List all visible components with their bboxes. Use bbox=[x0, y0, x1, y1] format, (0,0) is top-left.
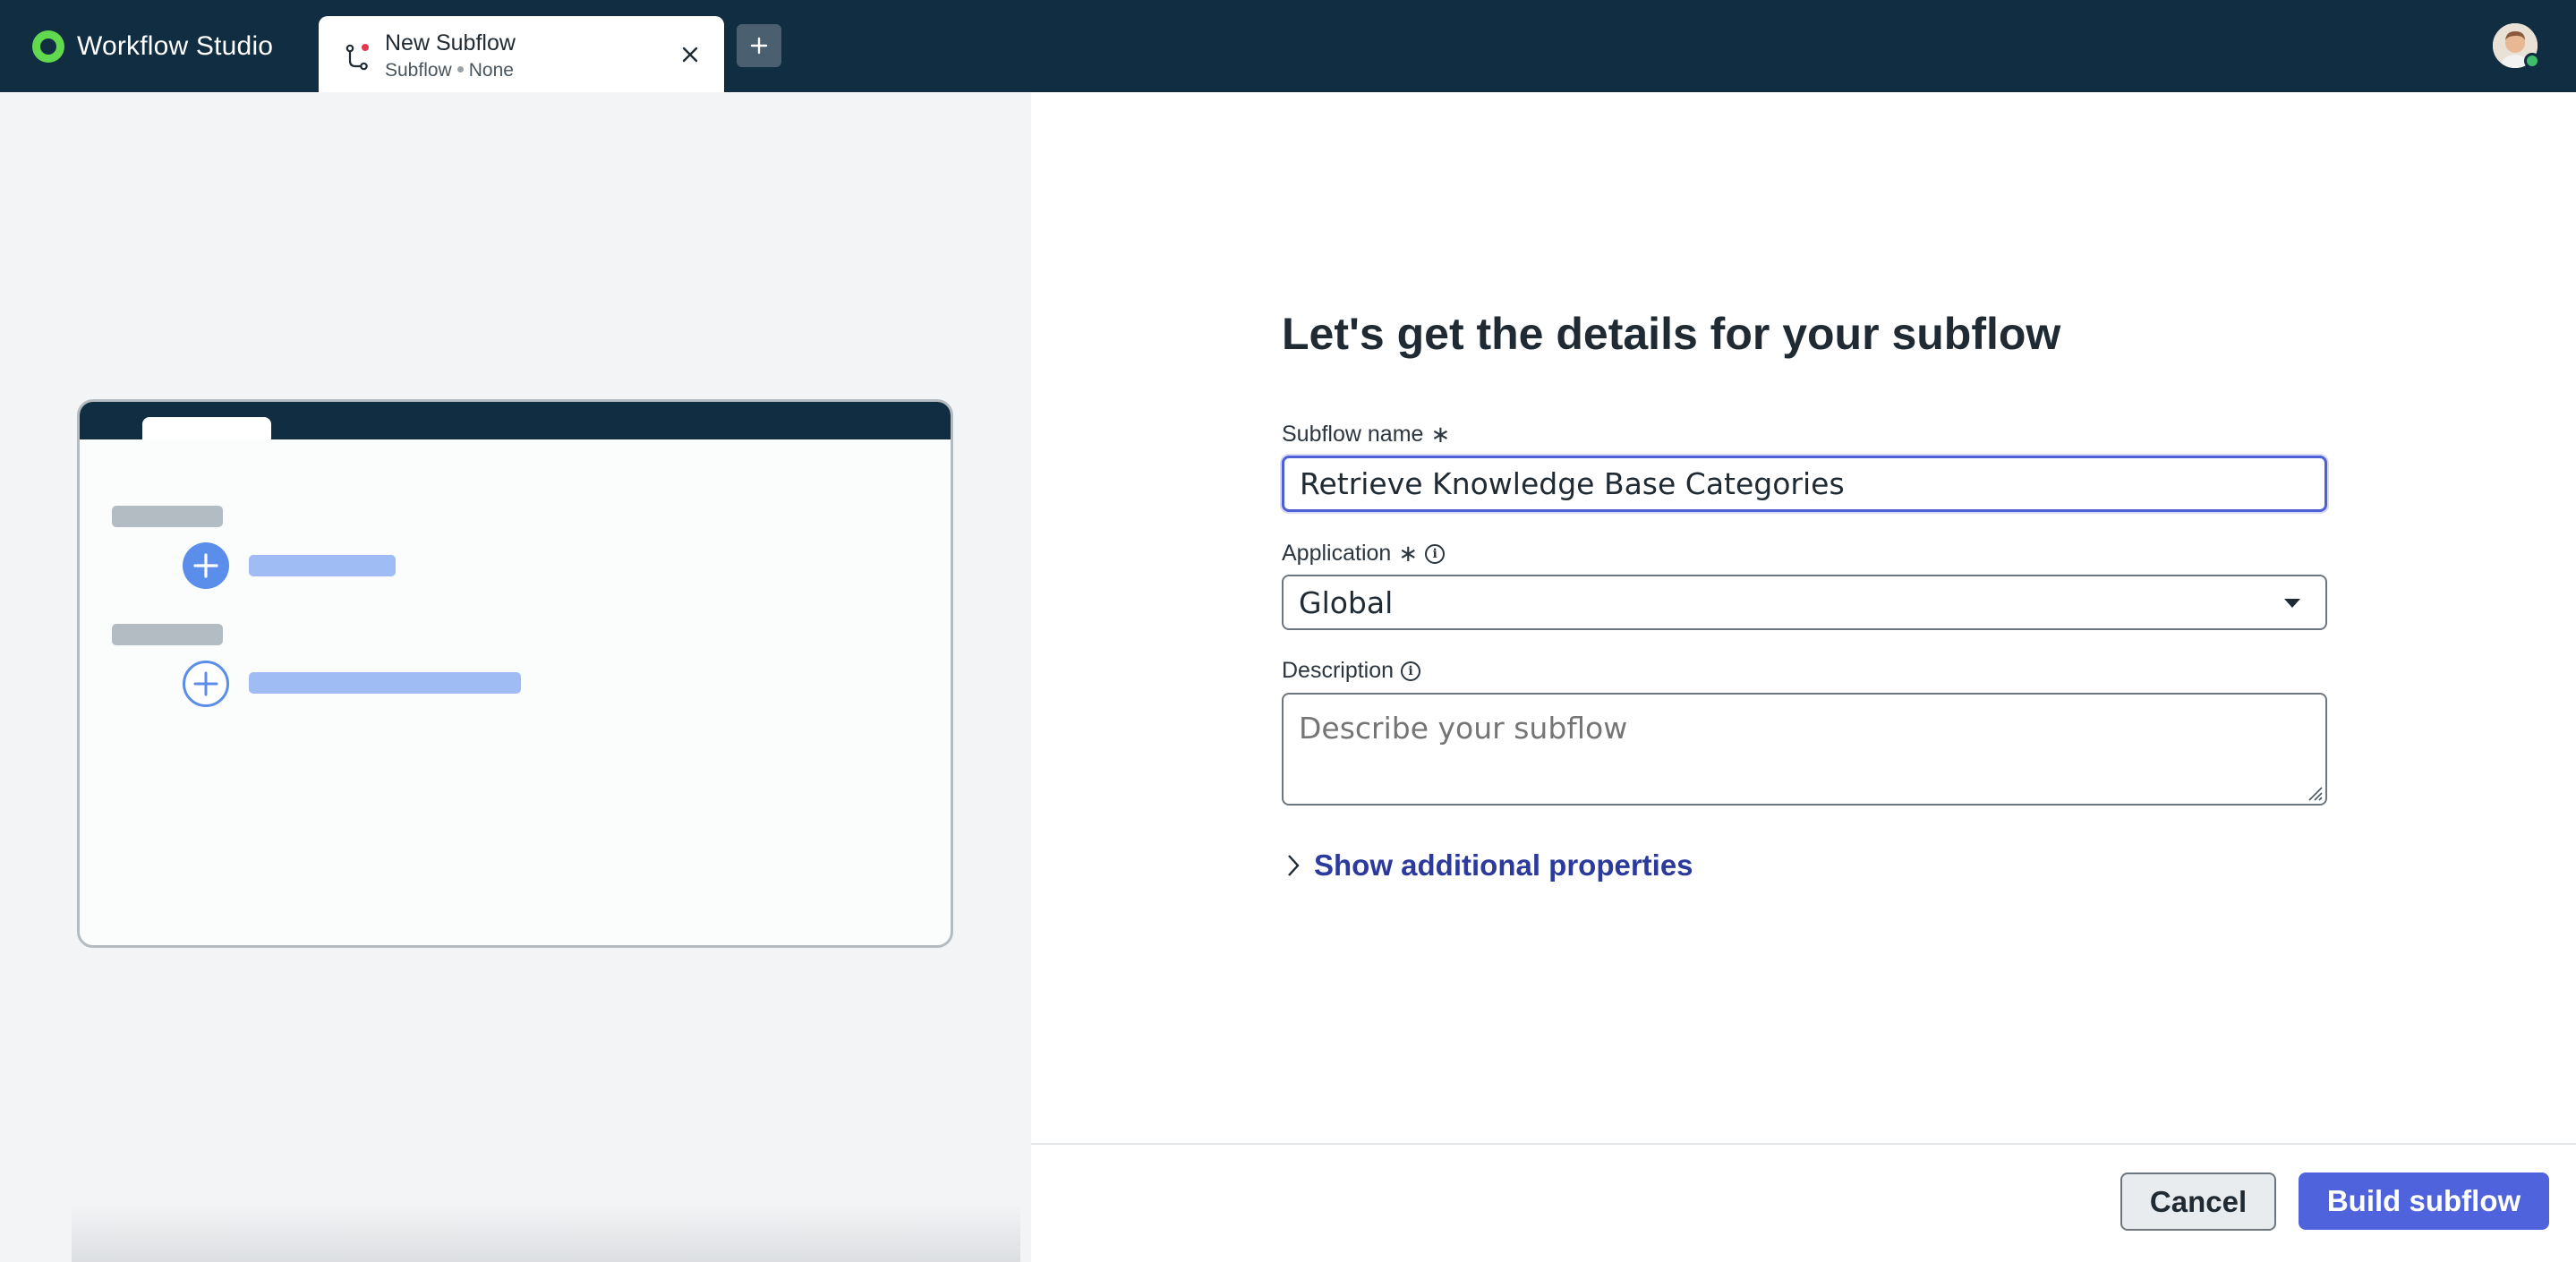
illustration-tab bbox=[142, 417, 271, 439]
application-label-text: Application bbox=[1282, 541, 1392, 566]
app-logo-icon bbox=[32, 30, 64, 63]
illustration-placeholder-bar bbox=[112, 506, 223, 527]
illustration-placeholder-bar bbox=[249, 555, 396, 576]
tab-subtitle: Subflow None bbox=[385, 60, 514, 81]
application-label: Application ∗ i bbox=[1282, 540, 1446, 567]
tab-title: New Subflow bbox=[385, 30, 516, 55]
subflow-name-input[interactable] bbox=[1282, 456, 2327, 512]
show-additional-properties-label: Show additional properties bbox=[1314, 848, 1693, 882]
illustration-placeholder-bar bbox=[112, 624, 223, 645]
subflow-name-label: Subflow name ∗ bbox=[1282, 421, 1450, 448]
subflow-name-label-text: Subflow name bbox=[1282, 422, 1424, 447]
resize-grip-icon[interactable] bbox=[2306, 784, 2324, 802]
tab-close-button[interactable] bbox=[675, 39, 705, 70]
caret-down-icon bbox=[2284, 599, 2300, 608]
app-brand[interactable]: Workflow Studio bbox=[32, 25, 273, 68]
cancel-button[interactable]: Cancel bbox=[2120, 1172, 2276, 1231]
illustration-plus-outline-icon bbox=[183, 661, 229, 707]
required-asterisk-icon: ∗ bbox=[1430, 421, 1451, 448]
tab-scope: None bbox=[468, 60, 514, 81]
footer-divider bbox=[1031, 1143, 2576, 1145]
online-status-badge bbox=[2524, 53, 2540, 69]
top-bar: Workflow Studio New Subflow Subflow None bbox=[0, 0, 2576, 92]
user-avatar[interactable] bbox=[2493, 23, 2540, 69]
panel-shadow bbox=[72, 1204, 1020, 1262]
separator-dot bbox=[456, 66, 464, 73]
subflow-branch-icon bbox=[345, 44, 369, 71]
required-asterisk-icon: ∗ bbox=[1398, 540, 1419, 567]
illustration-plus-icon bbox=[183, 542, 229, 589]
close-icon bbox=[682, 47, 698, 63]
application-select[interactable]: Global bbox=[1282, 575, 2327, 630]
info-icon[interactable]: i bbox=[1401, 661, 1421, 681]
subflow-illustration bbox=[77, 399, 953, 948]
add-tab-button[interactable] bbox=[737, 24, 781, 67]
build-subflow-button[interactable]: Build subflow bbox=[2299, 1172, 2549, 1230]
description-label-text: Description bbox=[1282, 658, 1395, 683]
illustration-placeholder-bar bbox=[249, 672, 521, 694]
description-label: Description i bbox=[1282, 658, 1421, 684]
tab-type: Subflow bbox=[385, 60, 452, 81]
form-panel bbox=[1031, 92, 2576, 1262]
tab-new-subflow[interactable]: New Subflow Subflow None bbox=[319, 16, 724, 92]
app-name: Workflow Studio bbox=[77, 31, 274, 61]
page-title: Let's get the details for your subflow bbox=[1282, 309, 2061, 359]
application-selected-value: Global bbox=[1299, 584, 1394, 620]
plus-icon bbox=[750, 37, 768, 55]
description-textarea[interactable] bbox=[1282, 693, 2327, 806]
info-icon[interactable]: i bbox=[1425, 543, 1446, 564]
show-additional-properties-link[interactable]: Show additional properties bbox=[1287, 848, 1693, 883]
chevron-right-icon bbox=[1288, 855, 1300, 876]
